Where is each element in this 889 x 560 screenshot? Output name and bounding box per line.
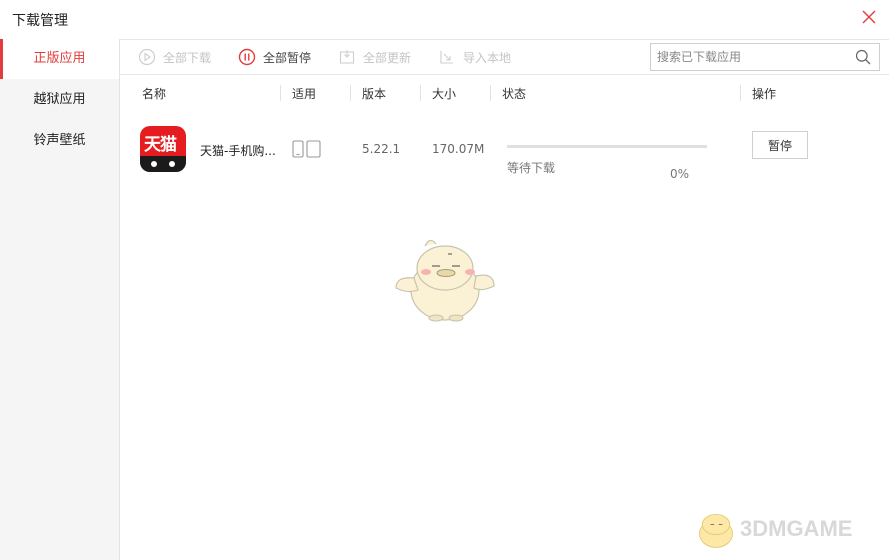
column-version: 版本 bbox=[362, 87, 387, 101]
column-divider bbox=[350, 85, 351, 101]
table-row: 天猫 天猫-手机购... 5.22.1 170.07M 等待下载 0% 暂停 bbox=[120, 118, 889, 181]
column-name: 名称 bbox=[142, 87, 167, 101]
table-header: 名称 适用 版本 大小 状态 操作 bbox=[120, 75, 889, 111]
download-all-icon bbox=[138, 48, 156, 66]
column-divider bbox=[490, 85, 491, 101]
column-compat: 适用 bbox=[292, 87, 317, 101]
column-size: 大小 bbox=[432, 87, 457, 101]
close-icon[interactable] bbox=[861, 9, 877, 25]
watermark-mascot bbox=[699, 513, 733, 548]
cat-eye-shape bbox=[151, 161, 157, 167]
sidebar-item-official-apps[interactable]: 正版应用 bbox=[0, 39, 119, 79]
watermark-logo: 3DMGAME bbox=[692, 508, 882, 556]
tmall-app-icon: 天猫 bbox=[140, 126, 186, 172]
update-all-icon bbox=[338, 48, 356, 66]
toolbar: 全部下载 全部暂停 全部更新 导入本地 bbox=[120, 39, 889, 75]
app-icon-text: 天猫 bbox=[144, 135, 177, 155]
download-all-button[interactable]: 全部下载 bbox=[138, 46, 211, 68]
sidebar-item-ringtones-wallpapers[interactable]: 铃声壁纸 bbox=[0, 121, 119, 161]
search-box bbox=[650, 43, 880, 71]
search-icon[interactable] bbox=[855, 49, 871, 65]
download-status: 等待下载 bbox=[507, 161, 556, 175]
sidebar: 正版应用 越狱应用 铃声壁纸 bbox=[0, 39, 120, 560]
pause-all-button[interactable]: 全部暂停 bbox=[238, 46, 311, 68]
sidebar-item-jailbreak-apps[interactable]: 越狱应用 bbox=[0, 80, 119, 120]
pause-all-icon bbox=[238, 48, 256, 66]
tablet-icon bbox=[306, 140, 321, 158]
column-divider bbox=[420, 85, 421, 101]
download-manager-window: 下载管理 正版应用 越狱应用 铃声壁纸 全部下载 全部暂停 全部更新 导入本地 … bbox=[0, 0, 889, 560]
search-input[interactable] bbox=[657, 47, 847, 67]
import-local-label: 导入本地 bbox=[463, 50, 512, 65]
progress-percent: 0% bbox=[670, 167, 690, 181]
update-all-label: 全部更新 bbox=[363, 50, 412, 65]
device-compat-icons bbox=[292, 140, 322, 158]
column-status: 状态 bbox=[502, 87, 527, 101]
pause-button[interactable]: 暂停 bbox=[752, 131, 808, 159]
app-version: 5.22.1 bbox=[362, 142, 401, 156]
title-bar: 下载管理 bbox=[0, 0, 889, 39]
column-action: 操作 bbox=[752, 87, 777, 101]
cat-eye-shape bbox=[169, 161, 175, 167]
import-local-button[interactable]: 导入本地 bbox=[438, 46, 511, 68]
pause-all-label: 全部暂停 bbox=[263, 50, 312, 65]
download-all-label: 全部下载 bbox=[163, 50, 212, 65]
app-size: 170.07M bbox=[432, 142, 485, 156]
import-local-icon bbox=[438, 48, 456, 66]
app-name: 天猫-手机购... bbox=[200, 144, 276, 158]
column-divider bbox=[740, 85, 741, 101]
watermark-text: 3DMGAME bbox=[740, 516, 853, 541]
update-all-button[interactable]: 全部更新 bbox=[338, 46, 411, 68]
phone-icon bbox=[292, 140, 304, 158]
mascot bbox=[390, 232, 500, 327]
progress-bar bbox=[507, 145, 707, 148]
window-title: 下载管理 bbox=[12, 13, 68, 29]
cat-face-shape bbox=[140, 156, 186, 172]
column-divider bbox=[280, 85, 281, 101]
